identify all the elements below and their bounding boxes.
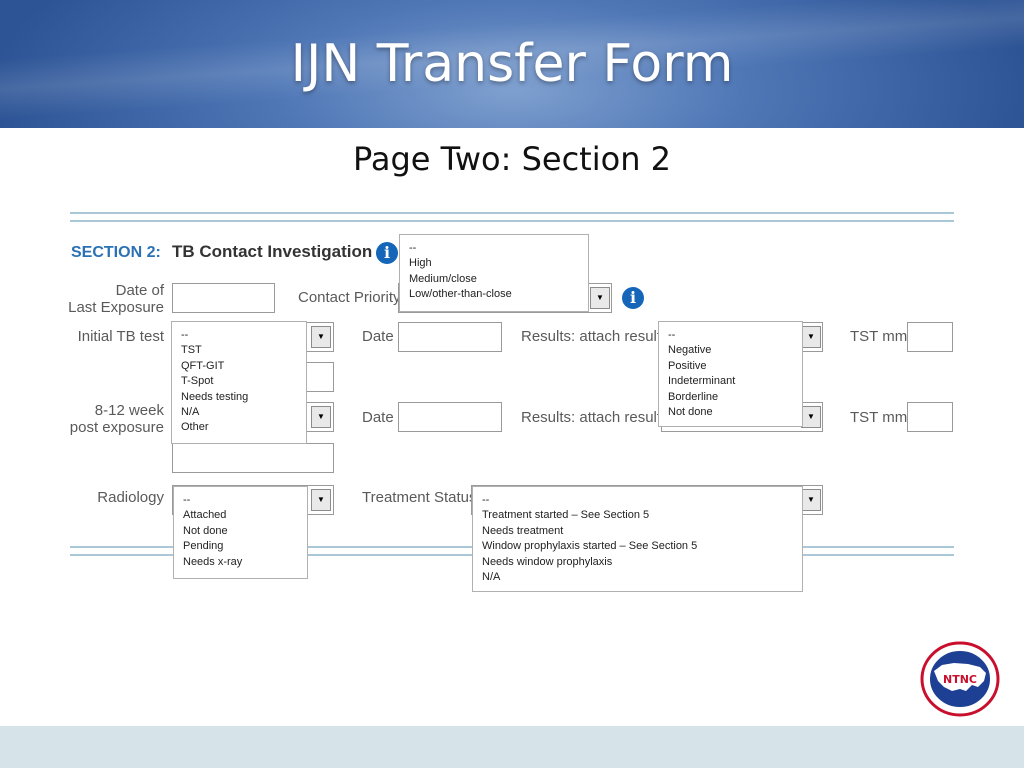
- last-exposure-label: Last Exposure: [68, 299, 164, 316]
- followup-test-other-input[interactable]: [172, 443, 334, 473]
- option-item[interactable]: Not done: [183, 524, 298, 539]
- option-item[interactable]: Other: [181, 420, 297, 435]
- followup-date-label: Date: [362, 409, 394, 426]
- ntnc-logo: NTNC: [920, 641, 1000, 722]
- followup-date-input[interactable]: [398, 402, 502, 432]
- last-exposure-date-input[interactable]: [172, 283, 275, 313]
- initial-results-label: Results: attach results: [521, 328, 669, 345]
- treatment-status-arrow-icon[interactable]: ▼: [801, 489, 821, 511]
- logo-text: NTNC: [943, 673, 977, 686]
- option-item[interactable]: Needs treatment: [482, 524, 793, 539]
- option-item[interactable]: Medium/close: [409, 272, 579, 287]
- option-item[interactable]: N/A: [482, 570, 793, 585]
- option-item[interactable]: Needs testing: [181, 390, 297, 405]
- option-item[interactable]: Attached: [183, 508, 298, 523]
- initial-tb-test-label: Initial TB test: [77, 328, 164, 345]
- option-item[interactable]: Indeterminant: [668, 374, 793, 389]
- option-item[interactable]: Treatment started – See Section 5: [482, 508, 793, 523]
- option-item[interactable]: --: [181, 328, 297, 343]
- option-item[interactable]: Needs window prophylaxis: [482, 555, 793, 570]
- followup-tst-mm-label: TST mm: [850, 409, 908, 426]
- initial-tst-mm-input[interactable]: [907, 322, 953, 352]
- results-options: -- Negative Positive Indeterminant Borde…: [658, 321, 803, 427]
- followup-results-label: Results: attach results: [521, 409, 669, 426]
- initial-date-label: Date: [362, 328, 394, 345]
- contact-priority-arrow-icon[interactable]: ▼: [590, 287, 610, 309]
- radiology-label: Radiology: [97, 489, 164, 506]
- option-item[interactable]: --: [668, 328, 793, 343]
- option-item[interactable]: Window prophylaxis started – See Section…: [482, 539, 793, 554]
- week-8-12-label: 8-12 week: [94, 402, 164, 419]
- option-item[interactable]: Borderline: [668, 390, 793, 405]
- initial-results-arrow-icon[interactable]: ▼: [801, 326, 821, 348]
- option-item[interactable]: Pending: [183, 539, 298, 554]
- section-name: TB Contact Investigation: [172, 242, 373, 261]
- option-item[interactable]: --: [183, 493, 298, 508]
- option-item[interactable]: High: [409, 256, 579, 271]
- option-item[interactable]: Positive: [668, 359, 793, 374]
- radiology-options: -- Attached Not done Pending Needs x-ray: [173, 486, 308, 579]
- test-type-options: -- TST QFT-GIT T-Spot Needs testing N/A …: [171, 321, 307, 444]
- contact-priority-label: Contact Priority: [298, 289, 401, 306]
- radiology-arrow-icon[interactable]: ▼: [311, 489, 331, 511]
- initial-test-type-arrow-icon[interactable]: ▼: [311, 326, 331, 348]
- slide-title: IJN Transfer Form: [290, 34, 734, 94]
- option-item[interactable]: QFT-GIT: [181, 359, 297, 374]
- option-item[interactable]: --: [482, 493, 793, 508]
- option-item[interactable]: Not done: [668, 405, 793, 420]
- contact-priority-options: -- High Medium/close Low/other-than-clos…: [399, 234, 589, 312]
- section-top-rule: [70, 212, 954, 222]
- initial-tst-mm-label: TST mm: [850, 328, 908, 345]
- footer-band: [0, 726, 1024, 768]
- option-item[interactable]: N/A: [181, 405, 297, 420]
- date-of-label: Date of: [115, 282, 164, 299]
- option-item[interactable]: Low/other-than-close: [409, 287, 579, 302]
- followup-results-arrow-icon[interactable]: ▼: [801, 406, 821, 428]
- followup-tst-mm-input[interactable]: [907, 402, 953, 432]
- slide-subtitle: Page Two: Section 2: [352, 140, 671, 178]
- initial-date-input[interactable]: [398, 322, 502, 352]
- section-number: SECTION 2:: [71, 244, 161, 261]
- info-icon[interactable]: i: [376, 242, 398, 264]
- treatment-status-label: Treatment Status: [362, 489, 477, 506]
- contact-priority-info-icon[interactable]: i: [622, 287, 644, 309]
- option-item[interactable]: Negative: [668, 343, 793, 358]
- post-exposure-label: post exposure: [69, 419, 164, 436]
- option-item[interactable]: TST: [181, 343, 297, 358]
- option-item[interactable]: --: [409, 241, 579, 256]
- option-item[interactable]: Needs x-ray: [183, 555, 298, 570]
- option-item[interactable]: T-Spot: [181, 374, 297, 389]
- treatment-status-options: -- Treatment started – See Section 5 Nee…: [472, 486, 803, 592]
- followup-test-type-arrow-icon[interactable]: ▼: [311, 406, 331, 428]
